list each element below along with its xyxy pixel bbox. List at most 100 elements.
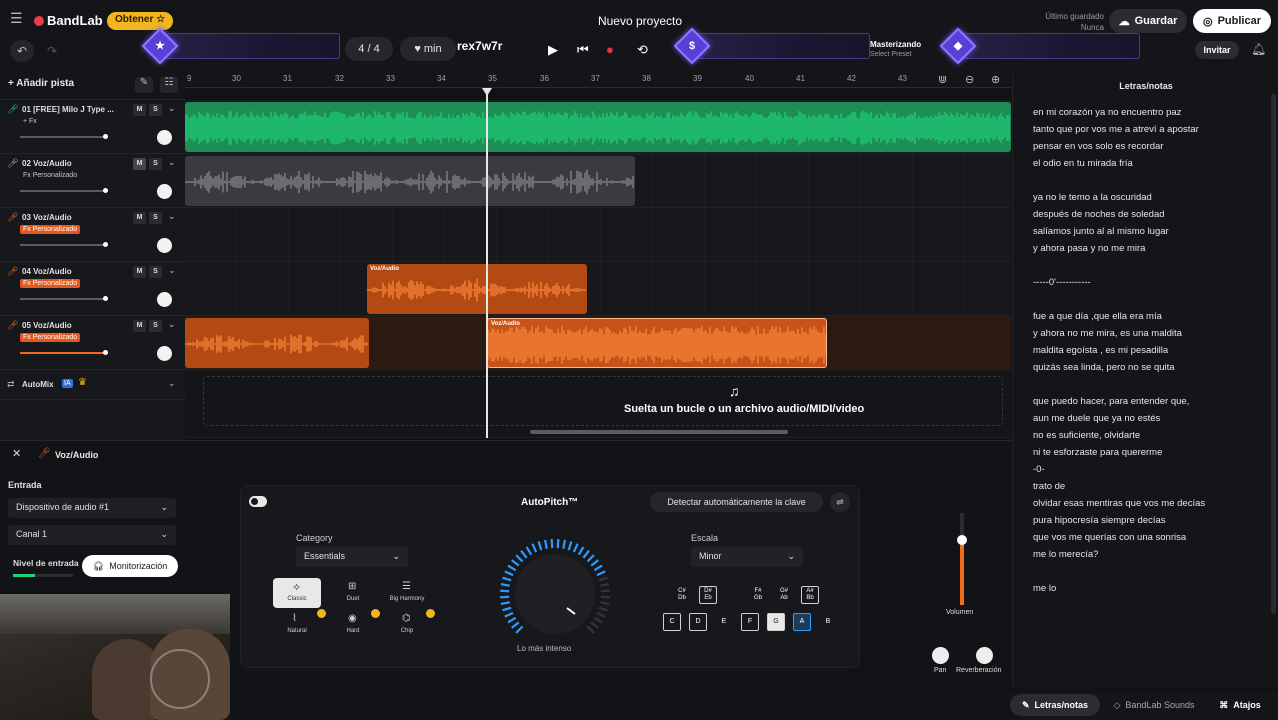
category-select[interactable]: Essentials ⌄	[296, 547, 408, 567]
track-header-3[interactable]: 🎤︎ 03 Voz/Audio Fx Personalizado M S ⌄	[0, 208, 185, 262]
key-display[interactable]: rex7w7r	[457, 39, 502, 53]
selected-audio-clip[interactable]: Voz/Audio	[487, 318, 827, 368]
natural-key[interactable]: B	[819, 613, 837, 631]
chevron-down-icon[interactable]: ⌄	[168, 265, 176, 276]
mute-button[interactable]: M	[133, 212, 146, 224]
sharp-key[interactable]: C# Db	[673, 586, 691, 604]
playhead[interactable]	[486, 92, 488, 438]
lyric-line[interactable]: -----0'-----------	[1033, 277, 1091, 288]
lane-5[interactable]: Voz/Audio	[185, 316, 1011, 370]
solo-button[interactable]: S	[149, 104, 162, 116]
lyric-line[interactable]: no es suficiente, olvidarte	[1033, 430, 1140, 441]
add-track-button[interactable]: + Añadir pista	[8, 78, 74, 89]
lyric-line[interactable]: pura hipocresía siempre decías	[1033, 515, 1166, 526]
menu-icon[interactable]: ☰	[10, 10, 23, 27]
autopitch-toggle[interactable]	[249, 496, 267, 507]
lyric-line[interactable]: en mi corazón ya no encuentro paz	[1033, 107, 1181, 118]
mode-classic[interactable]: ✧ Classic	[273, 578, 321, 608]
audio-device-select[interactable]: Dispositivo de audio #1 ⌄	[8, 498, 176, 518]
intensity-knob[interactable]	[497, 536, 613, 652]
close-icon[interactable]: ✕	[12, 447, 21, 460]
obtener-button[interactable]: Obtener ☆	[107, 12, 174, 30]
sliders-icon[interactable]: ⇌	[830, 492, 850, 512]
track-header-5[interactable]: 🎤︎ 05 Voz/Audio Fx Personalizado M S ⌄	[0, 316, 185, 370]
track-fx[interactable]: Fx Personalizado	[20, 279, 81, 288]
audio-clip[interactable]	[185, 318, 369, 368]
tab-shortcuts[interactable]: ⌘ Atajos	[1210, 694, 1270, 716]
lyric-line[interactable]: ya no le temo a la oscuridad	[1033, 192, 1152, 203]
mode-big-harmony[interactable]: ☰ Big Harmony	[383, 578, 431, 608]
solo-button[interactable]: S	[149, 158, 162, 170]
zoom-in-icon[interactable]: ⊕	[991, 73, 1000, 86]
lane-4[interactable]: Voz/Audio	[185, 262, 1011, 316]
volume-slider[interactable]	[20, 134, 108, 139]
volume-fader-track[interactable]	[957, 513, 967, 605]
volume-slider[interactable]	[20, 350, 108, 355]
lyrics-panel[interactable]: Letras/notas en mi corazón ya no encuent…	[1012, 72, 1278, 687]
volume-slider[interactable]	[20, 296, 108, 301]
sharp-key[interactable]: A# Bb	[801, 586, 819, 604]
volume-slider[interactable]	[20, 188, 108, 193]
promo-banner-right[interactable]	[960, 33, 1140, 59]
tab-lyrics[interactable]: ✎ Letras/notas	[1010, 694, 1100, 716]
time-signature[interactable]: 4 / 4	[345, 37, 393, 61]
pencil-icon[interactable]: ✎	[135, 77, 153, 93]
mute-button[interactable]: M	[133, 320, 146, 332]
scale-select[interactable]: Minor ⌄	[691, 547, 803, 567]
track-name[interactable]: 01 [FREE] Milo J Type ...	[22, 105, 114, 114]
play-icon[interactable]: ▶	[548, 42, 558, 58]
track-fx[interactable]: Fx Personalizado	[20, 333, 81, 342]
lyric-line[interactable]: trato de	[1033, 481, 1065, 492]
record-icon[interactable]: ●	[606, 42, 614, 57]
volume-slider[interactable]	[20, 242, 108, 247]
tempo-display[interactable]: ♥ min	[400, 37, 456, 61]
monitor-button[interactable]: 🎧︎ Monitorización	[82, 555, 178, 577]
audio-clip[interactable]	[185, 156, 635, 206]
timeline-ruler[interactable]: 9 30 31 32 33 34 35 36 37 38 39 40 41 42…	[185, 72, 1011, 88]
track-fx[interactable]: Fx Personalizado	[20, 225, 81, 234]
solo-button[interactable]: S	[149, 212, 162, 224]
mute-button[interactable]: M	[133, 104, 146, 116]
settings-icon[interactable]: ☷	[160, 77, 178, 93]
pan-knob[interactable]	[157, 346, 172, 361]
playhead-handle[interactable]	[482, 88, 492, 96]
pan-knob[interactable]	[932, 647, 949, 664]
solo-button[interactable]: S	[149, 266, 162, 278]
track-name[interactable]: 05 Voz/Audio	[22, 321, 72, 330]
horizontal-scrollbar[interactable]	[530, 430, 788, 434]
lyric-line[interactable]: pensar en vos solo es recordar	[1033, 141, 1163, 152]
chevron-down-icon[interactable]: ⌄	[168, 103, 176, 114]
lyric-line[interactable]: que puedo hacer, para entender que,	[1033, 396, 1189, 407]
publish-button[interactable]: ◎ Publicar	[1193, 9, 1271, 33]
track-header-2[interactable]: 🎤︎ 02 Voz/Audio Fx Personalizado M S ⌄	[0, 154, 185, 208]
track-header-1[interactable]: 🎤︎ 01 [FREE] Milo J Type ... + Fx M S ⌄	[0, 100, 185, 154]
lyric-line[interactable]: olvidar esas mentiras que vos me decías	[1033, 498, 1205, 509]
mute-button[interactable]: M	[133, 158, 146, 170]
promo-banner-left[interactable]	[160, 33, 340, 59]
lyric-line[interactable]: me lo	[1033, 583, 1056, 594]
mode-natural[interactable]: ⌇ Natural	[273, 610, 321, 640]
track-name[interactable]: 04 Voz/Audio	[22, 267, 72, 276]
solo-button[interactable]: S	[149, 320, 162, 332]
skip-back-icon[interactable]: ⏮	[577, 42, 589, 58]
natural-key[interactable]: A	[793, 613, 811, 631]
loop-icon[interactable]: ⟲	[637, 42, 648, 58]
promo-banner-mid[interactable]	[690, 33, 870, 59]
sharp-key[interactable]: F# Gb	[749, 586, 767, 604]
lyric-line[interactable]: y ahora pasa y no me mira	[1033, 243, 1145, 254]
track-fx[interactable]: Fx Personalizado	[20, 171, 80, 180]
volume-fader-handle[interactable]	[957, 535, 967, 545]
mute-button[interactable]: M	[133, 266, 146, 278]
chevron-down-icon[interactable]: ⌄	[168, 157, 176, 168]
chevron-down-icon[interactable]: ⌄	[168, 211, 176, 222]
drop-zone[interactable]: ♫ Suelta un bucle o un archivo audio/MID…	[203, 376, 1003, 426]
pan-knob[interactable]	[157, 238, 172, 253]
lyric-line[interactable]: después de noches de soledad	[1033, 209, 1165, 220]
lyric-line[interactable]: quizás sea linda, pero no se quita	[1033, 362, 1175, 373]
lyric-line[interactable]: y ahora no me mira, es una maldita	[1033, 328, 1182, 339]
track-name[interactable]: 03 Voz/Audio	[22, 213, 72, 222]
track-fx[interactable]: + Fx	[20, 117, 40, 126]
mode-hard[interactable]: ◉ Hard	[329, 610, 377, 640]
project-title[interactable]: Nuevo proyecto	[560, 14, 720, 28]
audio-clip[interactable]: Voz/Audio	[367, 264, 587, 314]
